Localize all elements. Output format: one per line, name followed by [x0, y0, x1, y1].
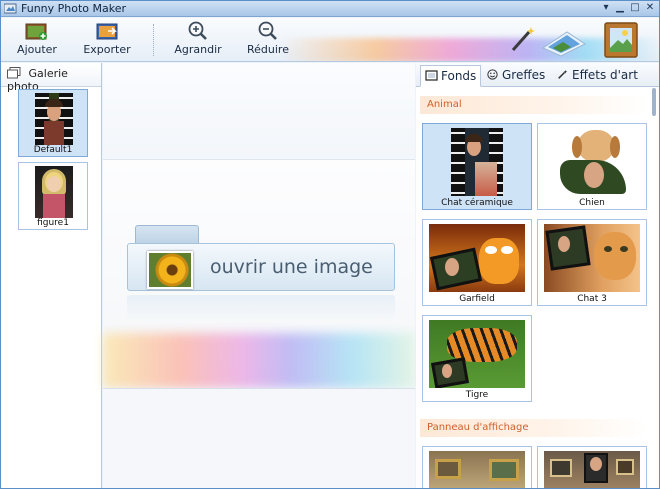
- effects-scrollbar[interactable]: [649, 88, 659, 488]
- maximize-button[interactable]: □: [628, 2, 642, 15]
- zoom-out-button[interactable]: Réduire: [244, 21, 292, 59]
- canvas-decoration: [103, 333, 415, 388]
- app-window: Funny Photo Maker ▾ ▁ □ ✕ Ajouter Export…: [0, 0, 660, 489]
- effect-thumbnail: [429, 320, 525, 388]
- close-button[interactable]: ✕: [643, 2, 657, 15]
- add-image-icon: [25, 23, 47, 40]
- zoom-out-label: Réduire: [247, 43, 289, 56]
- effect-thumbnail: [429, 224, 525, 292]
- zoom-in-button[interactable]: Agrandir: [173, 21, 223, 59]
- magic-wand-icon: [511, 27, 535, 51]
- effect-item-garfield[interactable]: Garfield: [422, 219, 532, 306]
- minimize-button[interactable]: ▁: [613, 2, 627, 15]
- title-bar[interactable]: Funny Photo Maker ▾ ▁ □ ✕: [1, 1, 659, 17]
- effects-tabs: Fonds Greffes Effets d'art: [416, 63, 659, 87]
- sunflower-photo-icon: [147, 251, 193, 289]
- tab-greffes[interactable]: Greffes: [482, 65, 549, 87]
- magic-wand-icon: [558, 69, 568, 79]
- thumbnail-image: [35, 93, 73, 145]
- export-label: Exporter: [83, 43, 131, 56]
- gallery-item-figure1[interactable]: figure1: [18, 162, 88, 230]
- export-image-icon: [96, 23, 118, 40]
- effect-item-label: Chat céramique: [441, 198, 513, 208]
- gallery-item-label: figure1: [37, 218, 69, 228]
- open-image-label: ouvrir une image: [210, 256, 373, 278]
- effect-thumbnail: [544, 128, 640, 196]
- zoom-in-icon: [188, 21, 207, 40]
- category-header-panneau: Panneau d'affichage: [420, 419, 648, 437]
- effect-item-gallery-wall[interactable]: [422, 446, 532, 488]
- frame-icon: [425, 70, 438, 81]
- photo-gallery-panel: Galerie photo Default1 figure1: [1, 63, 102, 488]
- canvas-area[interactable]: ouvrir une image: [103, 63, 415, 488]
- tab-fonds[interactable]: Fonds: [420, 65, 482, 87]
- add-label: Ajouter: [17, 43, 57, 56]
- effects-list[interactable]: Animal Chat céramique Chien Garfield Cha…: [416, 88, 659, 488]
- gallery-item-default1[interactable]: Default1: [18, 89, 88, 157]
- effect-thumbnail: [544, 224, 640, 292]
- zoom-in-label: Agrandir: [174, 43, 222, 56]
- effects-panel: Fonds Greffes Effets d'art Animal Chat c…: [416, 63, 659, 488]
- open-image-reflection: [127, 295, 395, 321]
- zoom-out-icon: [258, 21, 277, 40]
- effect-item-label: Tigre: [465, 390, 489, 400]
- tab-label: Fonds: [441, 69, 477, 83]
- tab-label: Effets d'art: [572, 68, 638, 82]
- effect-item-label: Garfield: [459, 294, 495, 304]
- app-icon: [4, 3, 17, 14]
- tab-effets-dart[interactable]: Effets d'art: [552, 65, 642, 87]
- category-header-animal: Animal: [420, 96, 648, 114]
- toolbar: Ajouter Exporter Agrandir Réduire: [1, 18, 659, 62]
- export-button[interactable]: Exporter: [81, 21, 133, 59]
- toolbar-separator: [153, 24, 154, 56]
- gallery-header: Galerie photo: [1, 63, 101, 93]
- effect-item-tigre[interactable]: Tigre: [422, 315, 532, 402]
- effect-item-label: Chien: [579, 198, 605, 208]
- gallery-icon: [7, 67, 21, 79]
- effect-item-chat-ceramique[interactable]: Chat céramique: [422, 123, 532, 210]
- canvas-top-band: [103, 63, 415, 160]
- tab-label: Greffes: [502, 68, 546, 82]
- picture-frame-icon: [604, 22, 638, 58]
- smiley-icon: [487, 69, 498, 80]
- effect-thumbnail: [429, 451, 525, 488]
- canvas-bottom-band: [103, 388, 415, 488]
- menu-dropdown-icon[interactable]: ▾: [599, 2, 613, 15]
- window-title: Funny Photo Maker: [21, 2, 127, 15]
- photos-icon: [541, 31, 586, 57]
- effect-item-chien[interactable]: Chien: [537, 123, 647, 210]
- effect-item-label: Chat 3: [577, 294, 607, 304]
- scrollbar-thumb[interactable]: [652, 88, 656, 116]
- effect-thumbnail: [544, 451, 640, 488]
- thumbnail-image: [35, 166, 73, 218]
- effect-item-chat-3[interactable]: Chat 3: [537, 219, 647, 306]
- add-button[interactable]: Ajouter: [13, 21, 61, 59]
- gallery-item-label: Default1: [33, 145, 73, 155]
- effect-item-museum-room[interactable]: [537, 446, 647, 488]
- effect-thumbnail: [451, 128, 503, 196]
